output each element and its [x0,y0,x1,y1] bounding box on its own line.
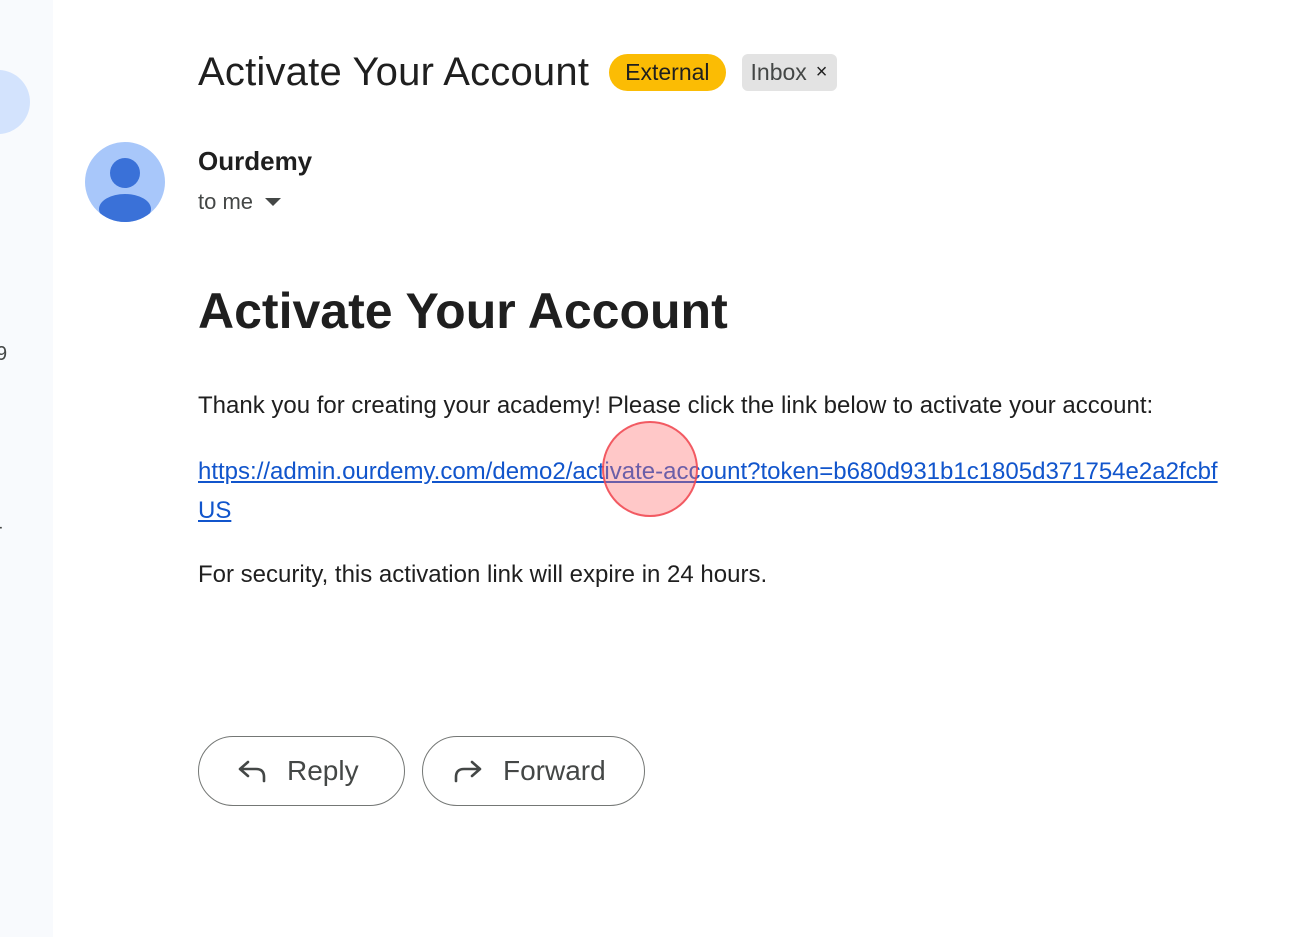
activation-link-text: https://admin.ourdemy.com/demo2/activate… [198,458,1218,485]
left-sidebar: 9 - [0,0,53,937]
sidebar-count-fragment: - [0,516,3,539]
close-icon[interactable]: × [816,61,828,84]
subject-row: Activate Your Account External Inbox × [198,50,838,95]
sidebar-active-item[interactable] [0,70,30,134]
caret-down-icon [265,198,282,206]
reply-arrow-icon [238,760,266,783]
activation-link[interactable]: https://admin.ourdemy.com/demo2/activate… [198,452,1299,530]
reply-button[interactable]: Reply [198,736,405,806]
avatar[interactable] [85,142,165,222]
email-view: Activate Your Account External Inbox × O… [53,0,1299,937]
recipient-text: to me [198,189,254,214]
person-icon [99,158,151,222]
email-body-heading: Activate Your Account [198,283,728,339]
security-note: For security, this activation link will … [198,561,768,588]
email-subject: Activate Your Account [198,50,590,94]
email-intro-text: Thank you for creating your academy! Ple… [198,392,1154,419]
inbox-label-text: Inbox [750,59,807,85]
activation-link-tail: US [198,497,232,524]
sender-name[interactable]: Ourdemy [198,146,312,177]
reply-label: Reply [287,755,359,786]
external-label-badge: External [609,54,726,91]
forward-arrow-icon [454,760,482,783]
recipient-details-toggle[interactable]: to me [198,189,282,215]
forward-label: Forward [503,755,606,786]
inbox-label-chip[interactable]: Inbox × [741,54,838,91]
forward-button[interactable]: Forward [422,736,645,806]
sidebar-count-fragment: 9 [0,343,8,365]
